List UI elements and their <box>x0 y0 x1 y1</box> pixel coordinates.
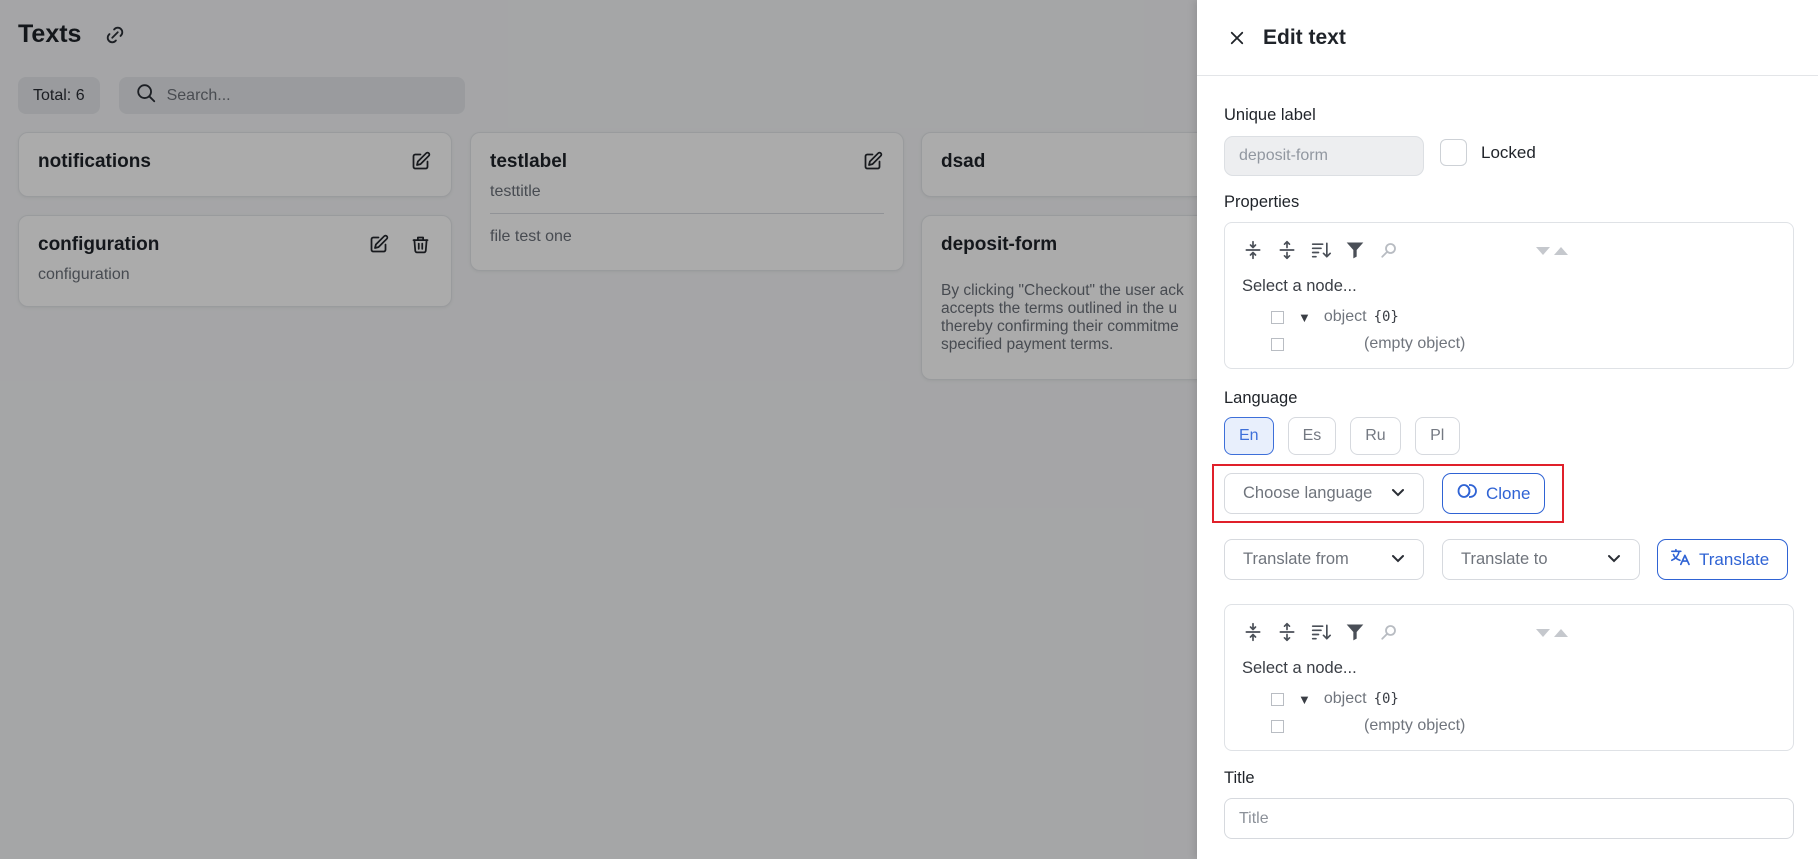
filter-icon[interactable] <box>1344 239 1366 261</box>
node-checkbox[interactable] <box>1271 337 1284 351</box>
language-tab-en[interactable]: En <box>1224 417 1274 455</box>
triangle-down-icon[interactable] <box>1536 243 1550 261</box>
json-editor-nav <box>1536 625 1568 643</box>
translate-to-placeholder: Translate to <box>1461 550 1548 568</box>
triangle-up-icon[interactable] <box>1554 243 1568 261</box>
drawer-title: Edit text <box>1263 25 1346 49</box>
json-editor-nav <box>1536 243 1568 261</box>
language-tab-ru[interactable]: Ru <box>1350 417 1401 455</box>
text-json-editor[interactable]: Select a node... ▼ object {0} (empty obj… <box>1224 604 1794 751</box>
node-checkbox[interactable] <box>1271 692 1284 706</box>
sort-icon[interactable] <box>1310 621 1332 643</box>
node-checkbox[interactable] <box>1271 719 1284 733</box>
clone-icon <box>1457 483 1477 504</box>
translate-to-select[interactable]: Translate to <box>1442 539 1640 580</box>
translate-label: Translate <box>1699 549 1770 569</box>
search-icon[interactable] <box>1378 621 1400 643</box>
expand-all-icon[interactable] <box>1242 621 1264 643</box>
language-tab-es[interactable]: Es <box>1287 417 1337 455</box>
properties-label: Properties <box>1224 193 1300 211</box>
drawer-header: Edit text <box>1197 0 1818 76</box>
chevron-down-icon <box>1391 550 1405 569</box>
unique-label-input[interactable] <box>1224 136 1424 176</box>
translate-icon <box>1670 548 1690 571</box>
properties-json-editor[interactable]: Select a node... ▼ object {0} (empty obj… <box>1224 222 1794 369</box>
json-tree-row-root[interactable]: ▼ object {0} <box>1271 690 1399 708</box>
select-node-text: Select a node... <box>1242 277 1357 295</box>
node-type: object <box>1323 308 1367 325</box>
node-count: {0} <box>1373 691 1399 707</box>
search-icon[interactable] <box>1378 239 1400 261</box>
json-editor-toolbar <box>1242 239 1400 261</box>
translate-from-placeholder: Translate from <box>1243 550 1349 568</box>
title-label: Title <box>1224 769 1255 787</box>
triangle-down-icon[interactable] <box>1536 625 1550 643</box>
unique-label-label: Unique label <box>1224 106 1316 124</box>
language-tabs: En Es Ru Pl <box>1224 417 1460 455</box>
select-node-text: Select a node... <box>1242 659 1357 677</box>
chevron-down-icon <box>1391 484 1405 503</box>
node-checkbox[interactable] <box>1271 310 1284 324</box>
chevron-down-icon <box>1607 550 1621 569</box>
node-type: object <box>1323 690 1367 707</box>
collapse-all-icon[interactable] <box>1276 239 1298 261</box>
locked-checkbox[interactable] <box>1440 139 1467 166</box>
expand-all-icon[interactable] <box>1242 239 1264 261</box>
translate-from-select[interactable]: Translate from <box>1224 539 1424 580</box>
json-tree-row-empty: (empty object) <box>1271 717 1465 735</box>
choose-language-placeholder: Choose language <box>1243 484 1373 502</box>
title-input[interactable] <box>1224 798 1794 839</box>
node-count: {0} <box>1373 309 1399 325</box>
translate-button[interactable]: Translate <box>1657 539 1788 580</box>
json-editor-toolbar <box>1242 621 1400 643</box>
clone-button[interactable]: Clone <box>1442 473 1546 514</box>
sort-icon[interactable] <box>1310 239 1332 261</box>
expand-arrow-icon[interactable]: ▼ <box>1298 692 1311 707</box>
expand-arrow-icon[interactable]: ▼ <box>1298 310 1311 325</box>
collapse-all-icon[interactable] <box>1276 621 1298 643</box>
choose-language-select[interactable]: Choose language <box>1224 473 1424 514</box>
edit-text-drawer: Edit text Unique label Locked Properties… <box>1197 0 1818 859</box>
json-tree-row-empty: (empty object) <box>1271 335 1465 353</box>
locked-toggle[interactable]: Locked <box>1440 139 1536 166</box>
locked-label: Locked <box>1481 142 1536 162</box>
language-label: Language <box>1224 389 1298 407</box>
empty-object-text: (empty object) <box>1364 335 1466 352</box>
close-icon[interactable] <box>1225 26 1249 50</box>
filter-icon[interactable] <box>1344 621 1366 643</box>
language-tab-pl[interactable]: Pl <box>1414 417 1460 455</box>
empty-object-text: (empty object) <box>1364 717 1466 734</box>
triangle-up-icon[interactable] <box>1554 625 1568 643</box>
json-tree-row-root[interactable]: ▼ object {0} <box>1271 308 1399 326</box>
clone-label: Clone <box>1486 483 1531 503</box>
